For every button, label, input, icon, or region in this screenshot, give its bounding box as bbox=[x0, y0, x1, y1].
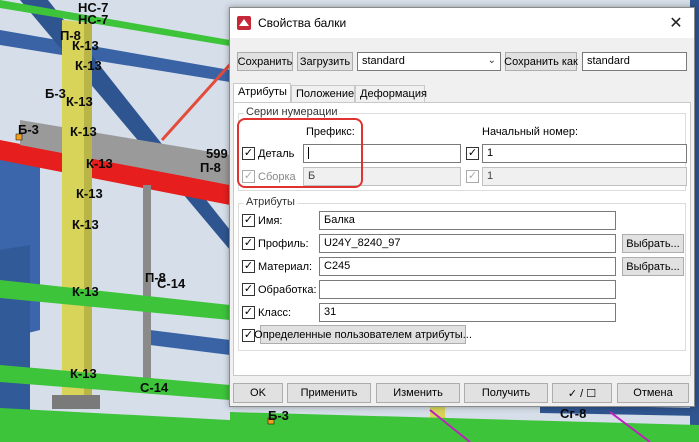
name-input[interactable]: Балка bbox=[319, 211, 616, 230]
finish-checkbox[interactable]: ✓ bbox=[242, 283, 255, 296]
material-select-button[interactable]: Выбрать... bbox=[622, 257, 684, 276]
gray-column bbox=[143, 185, 151, 385]
view-label: К-13 bbox=[66, 94, 93, 109]
view-label: П-8 bbox=[200, 160, 221, 175]
assembly-start-checkbox[interactable]: ✓ bbox=[466, 170, 479, 183]
dialog-titlebar[interactable]: Свойства балки ✕ bbox=[230, 8, 694, 38]
base-plate bbox=[52, 395, 100, 409]
app-icon bbox=[237, 16, 251, 30]
tab-deformation[interactable]: Деформация bbox=[355, 85, 427, 103]
load-button[interactable]: Загрузить bbox=[297, 52, 353, 71]
view-label: 599 bbox=[206, 146, 228, 161]
yellow-column-side bbox=[84, 22, 92, 402]
view-label: К-13 bbox=[76, 186, 103, 201]
view-label: К-13 bbox=[75, 58, 102, 73]
profile-input[interactable]: U24Y_8240_97 bbox=[319, 234, 616, 253]
cancel-button[interactable]: Отмена bbox=[617, 383, 689, 403]
detail-start-input[interactable]: 1 bbox=[482, 144, 687, 163]
finish-input[interactable] bbox=[319, 280, 616, 299]
finish-label: Обработка: bbox=[258, 284, 317, 296]
modify-button[interactable]: Изменить bbox=[376, 383, 460, 403]
profile-label: Профиль: bbox=[258, 238, 309, 250]
save-as-input[interactable]: standard bbox=[582, 52, 687, 71]
assembly-start-input[interactable]: 1 bbox=[482, 167, 687, 186]
material-checkbox[interactable]: ✓ bbox=[242, 260, 255, 273]
preset-combo[interactable]: standard ⌄ bbox=[357, 52, 501, 71]
apply-button[interactable]: Применить bbox=[287, 383, 371, 403]
view-label: К-13 bbox=[72, 284, 99, 299]
view-label: П-8 bbox=[60, 28, 81, 43]
view-label: К-13 bbox=[86, 156, 113, 171]
save-as-button[interactable]: Сохранить как bbox=[504, 52, 578, 71]
detail-start-checkbox[interactable]: ✓ bbox=[466, 147, 479, 160]
save-button[interactable]: Сохранить bbox=[237, 52, 293, 71]
user-defined-attributes-button[interactable]: Определенные пользователем атрибуты... bbox=[254, 325, 472, 344]
dialog-title: Свойства балки bbox=[258, 16, 347, 30]
beam-properties-dialog: Свойства балки ✕ Сохранить Загрузить sta… bbox=[229, 7, 695, 407]
view-label: К-13 bbox=[70, 124, 97, 139]
start-number-header: Начальный номер: bbox=[482, 126, 579, 138]
view-label: К-13 bbox=[72, 217, 99, 232]
user-attributes-checkbox[interactable]: ✓ bbox=[242, 329, 255, 342]
profile-checkbox[interactable]: ✓ bbox=[242, 237, 255, 250]
view-label: Сг-8 bbox=[560, 406, 586, 421]
material-label: Материал: bbox=[258, 261, 313, 273]
view-label: Б-3 bbox=[268, 408, 289, 423]
numbering-group-title: Серии нумерации bbox=[244, 106, 340, 118]
tab-position[interactable]: Положение bbox=[291, 85, 355, 103]
view-label: Б-3 bbox=[45, 86, 66, 101]
profile-select-button[interactable]: Выбрать... bbox=[622, 234, 684, 253]
class-label: Класс: bbox=[258, 307, 291, 319]
attributes-group-title: Атрибуты bbox=[244, 196, 297, 208]
preset-value: standard bbox=[362, 55, 405, 67]
class-checkbox[interactable]: ✓ bbox=[242, 306, 255, 319]
toggle-all-button[interactable]: ✓ / ☐ bbox=[552, 383, 612, 403]
close-icon[interactable]: ✕ bbox=[658, 8, 694, 38]
annotation-highlight bbox=[237, 118, 363, 188]
material-input[interactable]: C245 bbox=[319, 257, 616, 276]
name-checkbox[interactable]: ✓ bbox=[242, 214, 255, 227]
view-label: НС-7 bbox=[78, 12, 108, 27]
ok-button[interactable]: OK bbox=[233, 383, 283, 403]
name-label: Имя: bbox=[258, 215, 283, 227]
yellow-column bbox=[62, 20, 84, 400]
view-label: С-14 bbox=[140, 380, 169, 395]
get-button[interactable]: Получить bbox=[464, 383, 548, 403]
class-input[interactable]: 31 bbox=[319, 303, 616, 322]
view-label: К-13 bbox=[70, 366, 97, 381]
tab-attributes[interactable]: Атрибуты bbox=[233, 83, 291, 104]
view-label: Б-3 bbox=[18, 122, 39, 137]
chevron-down-icon: ⌄ bbox=[487, 55, 496, 66]
view-label: С-14 bbox=[157, 276, 186, 291]
